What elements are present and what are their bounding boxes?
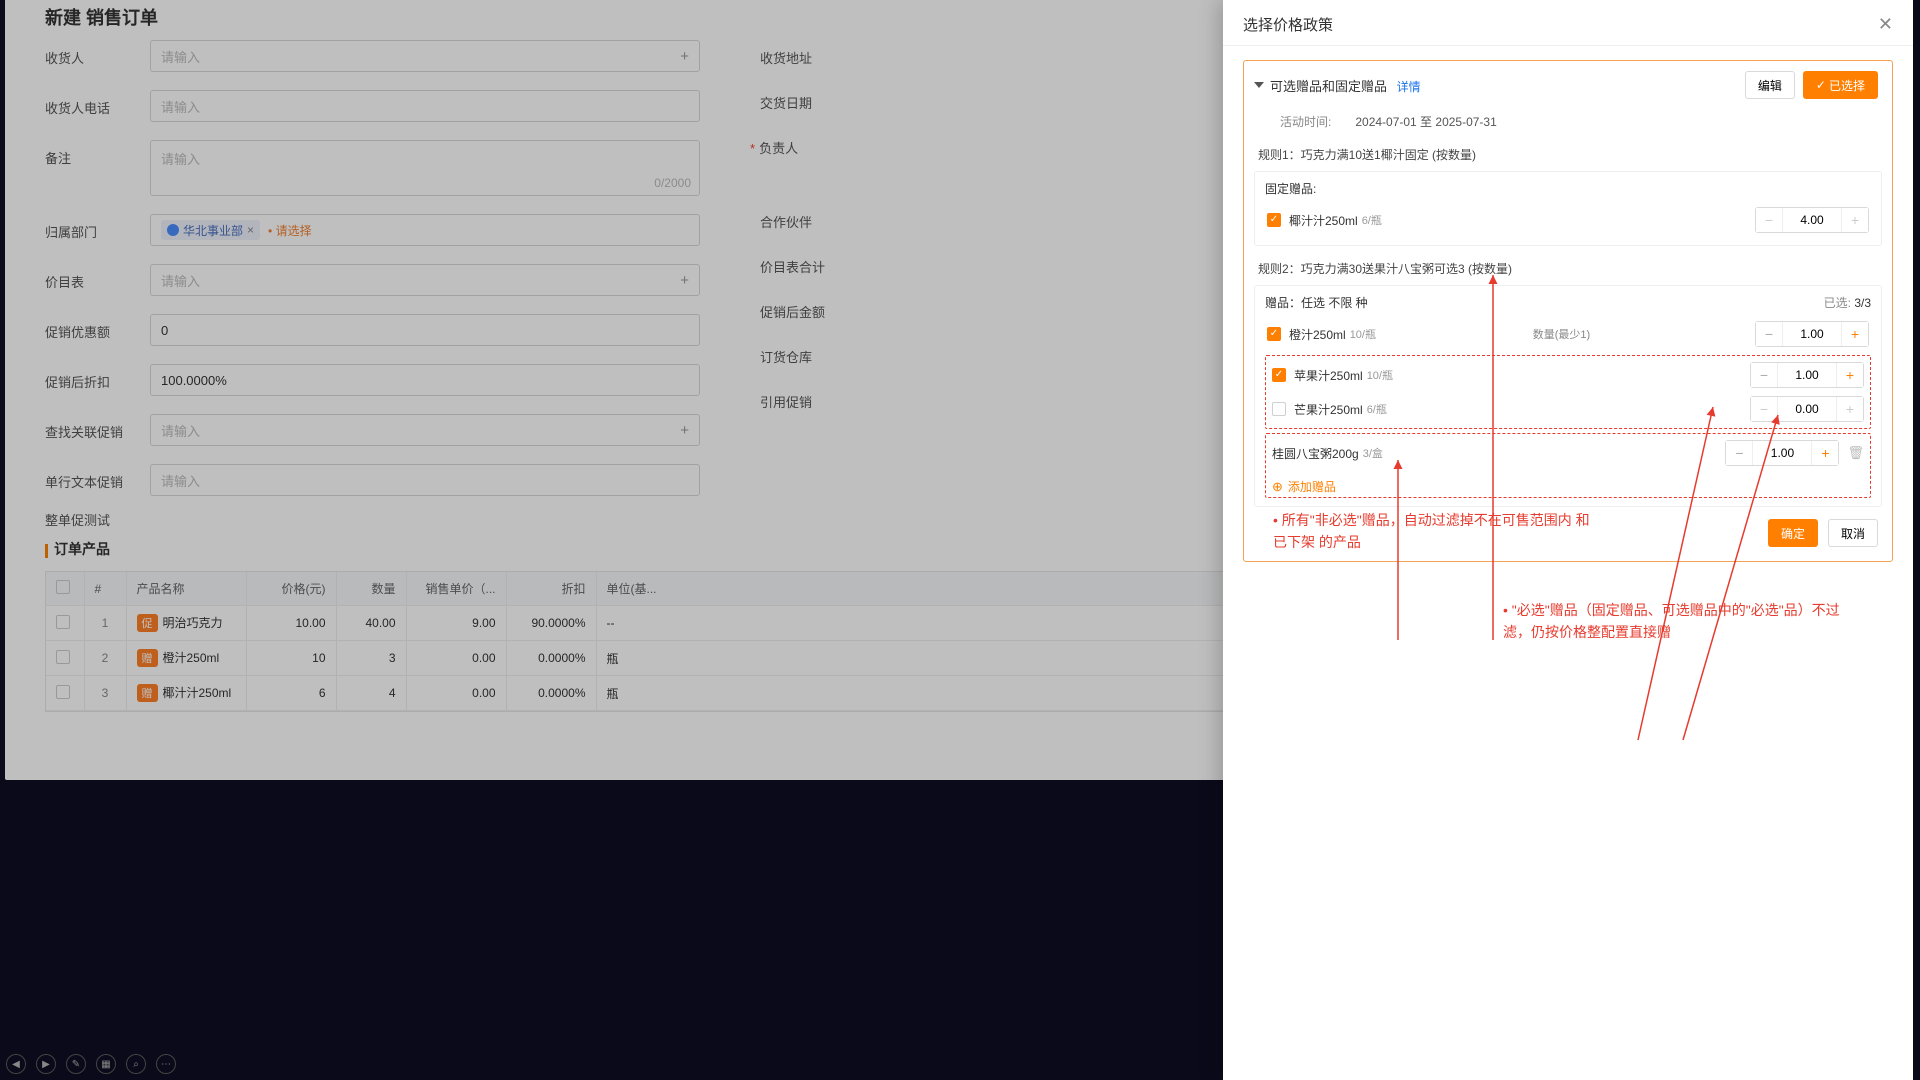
annotation-dashed-box-upper: 苹果汁250ml10/瓶 −+ 芒果汁250ml6/瓶 −+	[1265, 355, 1871, 429]
policy-title: 可选赠品和固定赠品 详情	[1270, 76, 1421, 95]
zoom-icon[interactable]: ⌕	[126, 1054, 146, 1074]
plus-button[interactable]: +	[1837, 363, 1863, 387]
annotation-note-2: "必选"赠品（固定赠品、可选赠品中的"必选"品）不过滤，仍按价格整配置直接赠	[1503, 600, 1853, 643]
trash-icon[interactable]: 🗑	[1847, 445, 1864, 461]
qty-input[interactable]	[1752, 441, 1812, 465]
edit-button[interactable]: 编辑	[1745, 71, 1795, 99]
caret-down-icon[interactable]	[1254, 82, 1264, 88]
rule2-sub: 赠品：任选 不限 种	[1265, 294, 1368, 311]
prev-icon[interactable]: ◀	[6, 1054, 26, 1074]
minus-button[interactable]: −	[1756, 322, 1782, 346]
stepper: −+	[1750, 396, 1864, 422]
cancel-button[interactable]: 取消	[1828, 519, 1878, 547]
grid-icon[interactable]: ▦	[96, 1054, 116, 1074]
qty-input[interactable]	[1777, 363, 1837, 387]
qty-input	[1777, 397, 1837, 421]
rule2-title: 规则2：巧克力满30送果汁八宝粥可选3 (按数量)	[1244, 252, 1892, 283]
rule1-item-row: 椰汁汁250ml6/瓶 − +	[1265, 203, 1871, 237]
next-icon[interactable]: ▶	[36, 1054, 56, 1074]
minus-button[interactable]: −	[1726, 441, 1752, 465]
stepper-r1: − +	[1755, 207, 1869, 233]
plus-button[interactable]: +	[1812, 441, 1838, 465]
minus-button: −	[1751, 397, 1777, 421]
confirm-button[interactable]: 确定	[1768, 519, 1818, 547]
detail-link[interactable]: 详情	[1397, 80, 1421, 94]
minus-button[interactable]: −	[1751, 363, 1777, 387]
price-policy-modal: 选择价格政策 ✕ 可选赠品和固定赠品 详情 编辑 已选择 活动时间:2024-0…	[1223, 0, 1913, 1080]
annotation-dashed-box-lower: 桂圆八宝粥200g3/盒 −+ 🗑 添加赠品	[1265, 433, 1871, 498]
presentation-toolbar: ◀ ▶ ✎ ▦ ⌕ ⋯	[6, 1054, 176, 1074]
rule1-title: 规则1：巧克力满10送1椰汁固定 (按数量)	[1244, 138, 1892, 169]
rule1-fixed-label: 固定赠品:	[1265, 180, 1871, 197]
checkbox[interactable]	[1267, 327, 1281, 341]
stepper[interactable]: −+	[1725, 440, 1839, 466]
checkbox[interactable]	[1272, 368, 1286, 382]
stepper[interactable]: −+	[1755, 321, 1869, 347]
modal-title: 选择价格政策	[1243, 14, 1333, 35]
plus-button: +	[1837, 397, 1863, 421]
rule2-extra-row: 桂圆八宝粥200g3/盒 −+ 🗑	[1270, 436, 1866, 470]
qty-input[interactable]	[1782, 322, 1842, 346]
minus-button: −	[1756, 208, 1782, 232]
rule2-row-1: 苹果汁250ml10/瓶 −+	[1270, 358, 1866, 392]
rule2-row-2: 芒果汁250ml6/瓶 −+	[1270, 392, 1866, 426]
more-icon[interactable]: ⋯	[156, 1054, 176, 1074]
plus-button[interactable]: +	[1842, 322, 1868, 346]
rule2-row-0: 橙汁250ml10/瓶 数量(最少1) −+	[1265, 317, 1871, 351]
plus-button: +	[1842, 208, 1868, 232]
close-icon[interactable]: ✕	[1878, 14, 1893, 35]
checkbox-r1[interactable]	[1267, 213, 1281, 227]
add-gift-button[interactable]: 添加赠品	[1270, 470, 1866, 495]
checkbox[interactable]	[1272, 402, 1286, 416]
stepper[interactable]: −+	[1750, 362, 1864, 388]
annotation-note-1: 所有"非必选"赠品，自动过滤掉不在可售范围内 和 已下架 的产品	[1273, 510, 1593, 553]
selected-button[interactable]: 已选择	[1803, 71, 1878, 99]
qty-input	[1782, 208, 1842, 232]
pen-icon[interactable]: ✎	[66, 1054, 86, 1074]
